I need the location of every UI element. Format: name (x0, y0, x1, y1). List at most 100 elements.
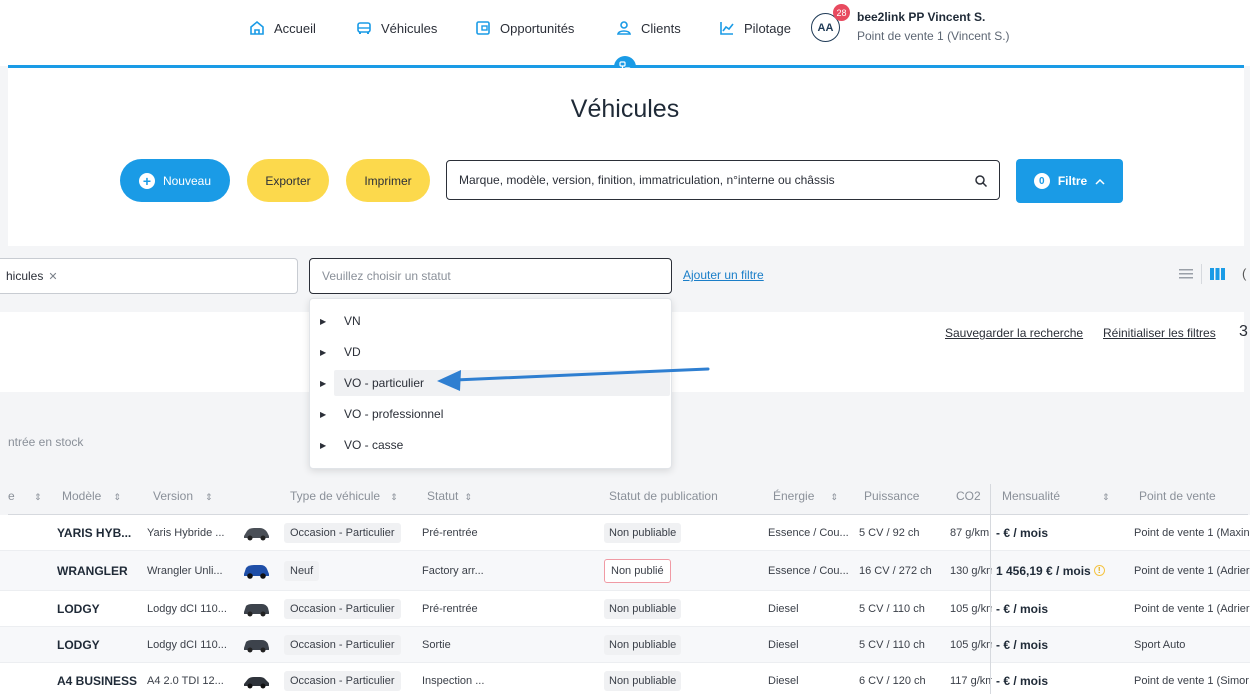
filter-chip[interactable]: hicules ✕ (6, 269, 58, 283)
table-row[interactable]: WRANGLER Wrangler Unli... Neuf Factory a… (0, 551, 1250, 591)
status-option-label: VD (344, 345, 361, 359)
status-option-vd[interactable]: ▶ VD (320, 339, 670, 365)
header-lead[interactable]: e ⇕ (8, 489, 42, 503)
header-co2[interactable]: CO2 (956, 489, 981, 503)
cell-point-vente: Point de vente 1 (Adrier (1134, 564, 1250, 577)
publication-tag: Non publiable (604, 670, 682, 691)
add-filter-link[interactable]: Ajouter un filtre (683, 268, 764, 282)
nav-clients[interactable]: Clients (615, 19, 681, 37)
cell-puissance: 5 CV / 92 ch (859, 526, 920, 539)
header-type-label: Type de véhicule (290, 489, 381, 503)
category-filter[interactable]: hicules ✕ (0, 258, 298, 294)
new-button[interactable]: + Nouveau (120, 159, 230, 202)
header-mensualite[interactable]: Mensualité ⇕ (1002, 489, 1110, 503)
cell-mensualite: - € / mois (996, 525, 1049, 540)
nav-vehicules[interactable]: Véhicules (355, 19, 437, 37)
table-row[interactable]: A4 BUSINESS A4 2.0 TDI 12... Occasion - … (0, 663, 1250, 694)
header-model[interactable]: Modèle ⇕ (62, 489, 121, 503)
caret-right-icon: ▶ (320, 316, 327, 326)
car-thumbnail-icon (242, 663, 272, 694)
header-energie[interactable]: Énergie ⇕ (773, 489, 838, 503)
stock-entry-label: ntrée en stock (8, 435, 84, 449)
save-search-link[interactable]: Sauvegarder la recherche (945, 326, 1083, 340)
type-tag: Occasion - Particulier (284, 598, 401, 619)
header-puissance[interactable]: Puissance (864, 489, 919, 503)
header-publication[interactable]: Statut de publication (609, 489, 718, 503)
sticky-column-divider (990, 484, 991, 694)
header-point-vente[interactable]: Point de vente (1139, 489, 1216, 503)
caret-right-icon: ▶ (320, 440, 327, 450)
caret-right-icon: ▶ (320, 347, 327, 357)
table-row[interactable]: YARIS HYB... Yaris Hybride ... Occasion … (0, 515, 1250, 551)
cell-statut: Sortie (422, 638, 451, 651)
status-option-vo-casse[interactable]: ▶ VO - casse (320, 432, 670, 458)
filter-count-badge: 0 (1033, 173, 1050, 189)
search-icon[interactable] (974, 174, 988, 188)
type-tag: Occasion - Particulier (284, 634, 401, 655)
type-tag: Occasion - Particulier (284, 522, 401, 543)
cell-puissance: 5 CV / 110 ch (859, 602, 925, 615)
publication-tag-unpublished: Non publié (604, 558, 671, 583)
status-dropdown: ▶ VN ▶ VD ▶ VO - particulier ▶ VO - professi… (309, 298, 672, 469)
nav-clients-label: Clients (641, 20, 681, 36)
cell-puissance: 6 CV / 120 ch (859, 674, 926, 687)
cell-co2: 105 g/km (950, 638, 992, 651)
status-option-label: VO - professionnel (344, 407, 444, 421)
export-button[interactable]: Exporter (247, 159, 329, 202)
cell-statut: Factory arr... (422, 564, 484, 577)
warning-icon[interactable]: ! (1093, 565, 1105, 576)
cell-model: LODGY (57, 637, 100, 652)
plus-icon: + (138, 172, 155, 189)
header-statut-label: Statut (427, 489, 459, 503)
cell-publication: Non publiable (604, 627, 724, 662)
header-statut[interactable]: Statut ⇕ (427, 489, 472, 503)
type-tag: Neuf (284, 560, 320, 581)
chart-line-icon (720, 22, 734, 35)
cell-mensualite: - € / mois (996, 601, 1049, 616)
user-name[interactable]: bee2link PP Vincent S. (857, 10, 985, 24)
car-thumbnail-icon (242, 551, 272, 590)
status-option-vn[interactable]: ▶ VN (320, 308, 670, 334)
status-option-label: VO - casse (344, 438, 404, 452)
home-icon (250, 20, 264, 35)
cell-point-vente: Point de vente 1 (Maxin (1134, 526, 1250, 539)
cell-energie: Diesel (768, 638, 799, 651)
cell-version: Lodgy dCI 110... (147, 638, 227, 651)
cell-type: Occasion - Particulier (284, 627, 404, 662)
cell-co2: 130 g/km (950, 564, 992, 577)
cell-type: Neuf (284, 551, 404, 590)
nav-opportunites[interactable]: Opportunités (474, 19, 574, 37)
publication-tag: Non publiable (604, 634, 682, 655)
table-row[interactable]: LODGY Lodgy dCI 110... Occasion - Partic… (0, 591, 1250, 627)
header-type[interactable]: Type de véhicule ⇕ (290, 489, 398, 503)
close-icon[interactable]: ✕ (48, 270, 57, 283)
header-version[interactable]: Version ⇕ (153, 489, 213, 503)
publication-tag: Non publiable (604, 522, 682, 543)
cell-mensualite: 1 456,19 € / mois! (996, 551, 1126, 590)
cell-point-vente: Point de vente 1 (Simor (1134, 674, 1249, 687)
publication-tag: Non publiable (604, 598, 682, 619)
user-icon (616, 21, 632, 35)
status-option-label: VO - particulier (344, 376, 425, 390)
status-select[interactable]: Veuillez choisir un statut (309, 258, 672, 294)
nav-pilotage[interactable]: Pilotage (718, 19, 791, 37)
page-title: Véhicules (570, 95, 680, 123)
list-view-icon[interactable] (1179, 268, 1193, 280)
status-option-vo-professionnel[interactable]: ▶ VO - professionnel (320, 401, 670, 427)
nav-accueil[interactable]: Accueil (248, 19, 316, 37)
cell-version: Yaris Hybride ... (147, 526, 225, 539)
cell-model: A4 BUSINESS (57, 673, 138, 688)
filter-chip-label: hicules (6, 269, 44, 283)
columns-view-icon[interactable] (1210, 268, 1225, 280)
print-button[interactable]: Imprimer (346, 159, 430, 202)
status-select-placeholder: Veuillez choisir un statut (322, 269, 451, 283)
filter-button[interactable]: 0 Filtre (1016, 159, 1123, 203)
cell-mensualite: - € / mois (996, 637, 1049, 652)
nav-pilotage-label: Pilotage (744, 20, 791, 36)
table-row[interactable]: LODGY Lodgy dCI 110... Occasion - Partic… (0, 627, 1250, 663)
reset-filters-link[interactable]: Réinitialiser les filtres (1103, 326, 1216, 340)
status-option-vo-particulier[interactable]: ▶ VO - particulier (320, 370, 670, 396)
results-count-fragment: 3 (1239, 323, 1248, 340)
car-thumbnail-icon (242, 515, 272, 550)
search-input[interactable] (446, 160, 1000, 200)
